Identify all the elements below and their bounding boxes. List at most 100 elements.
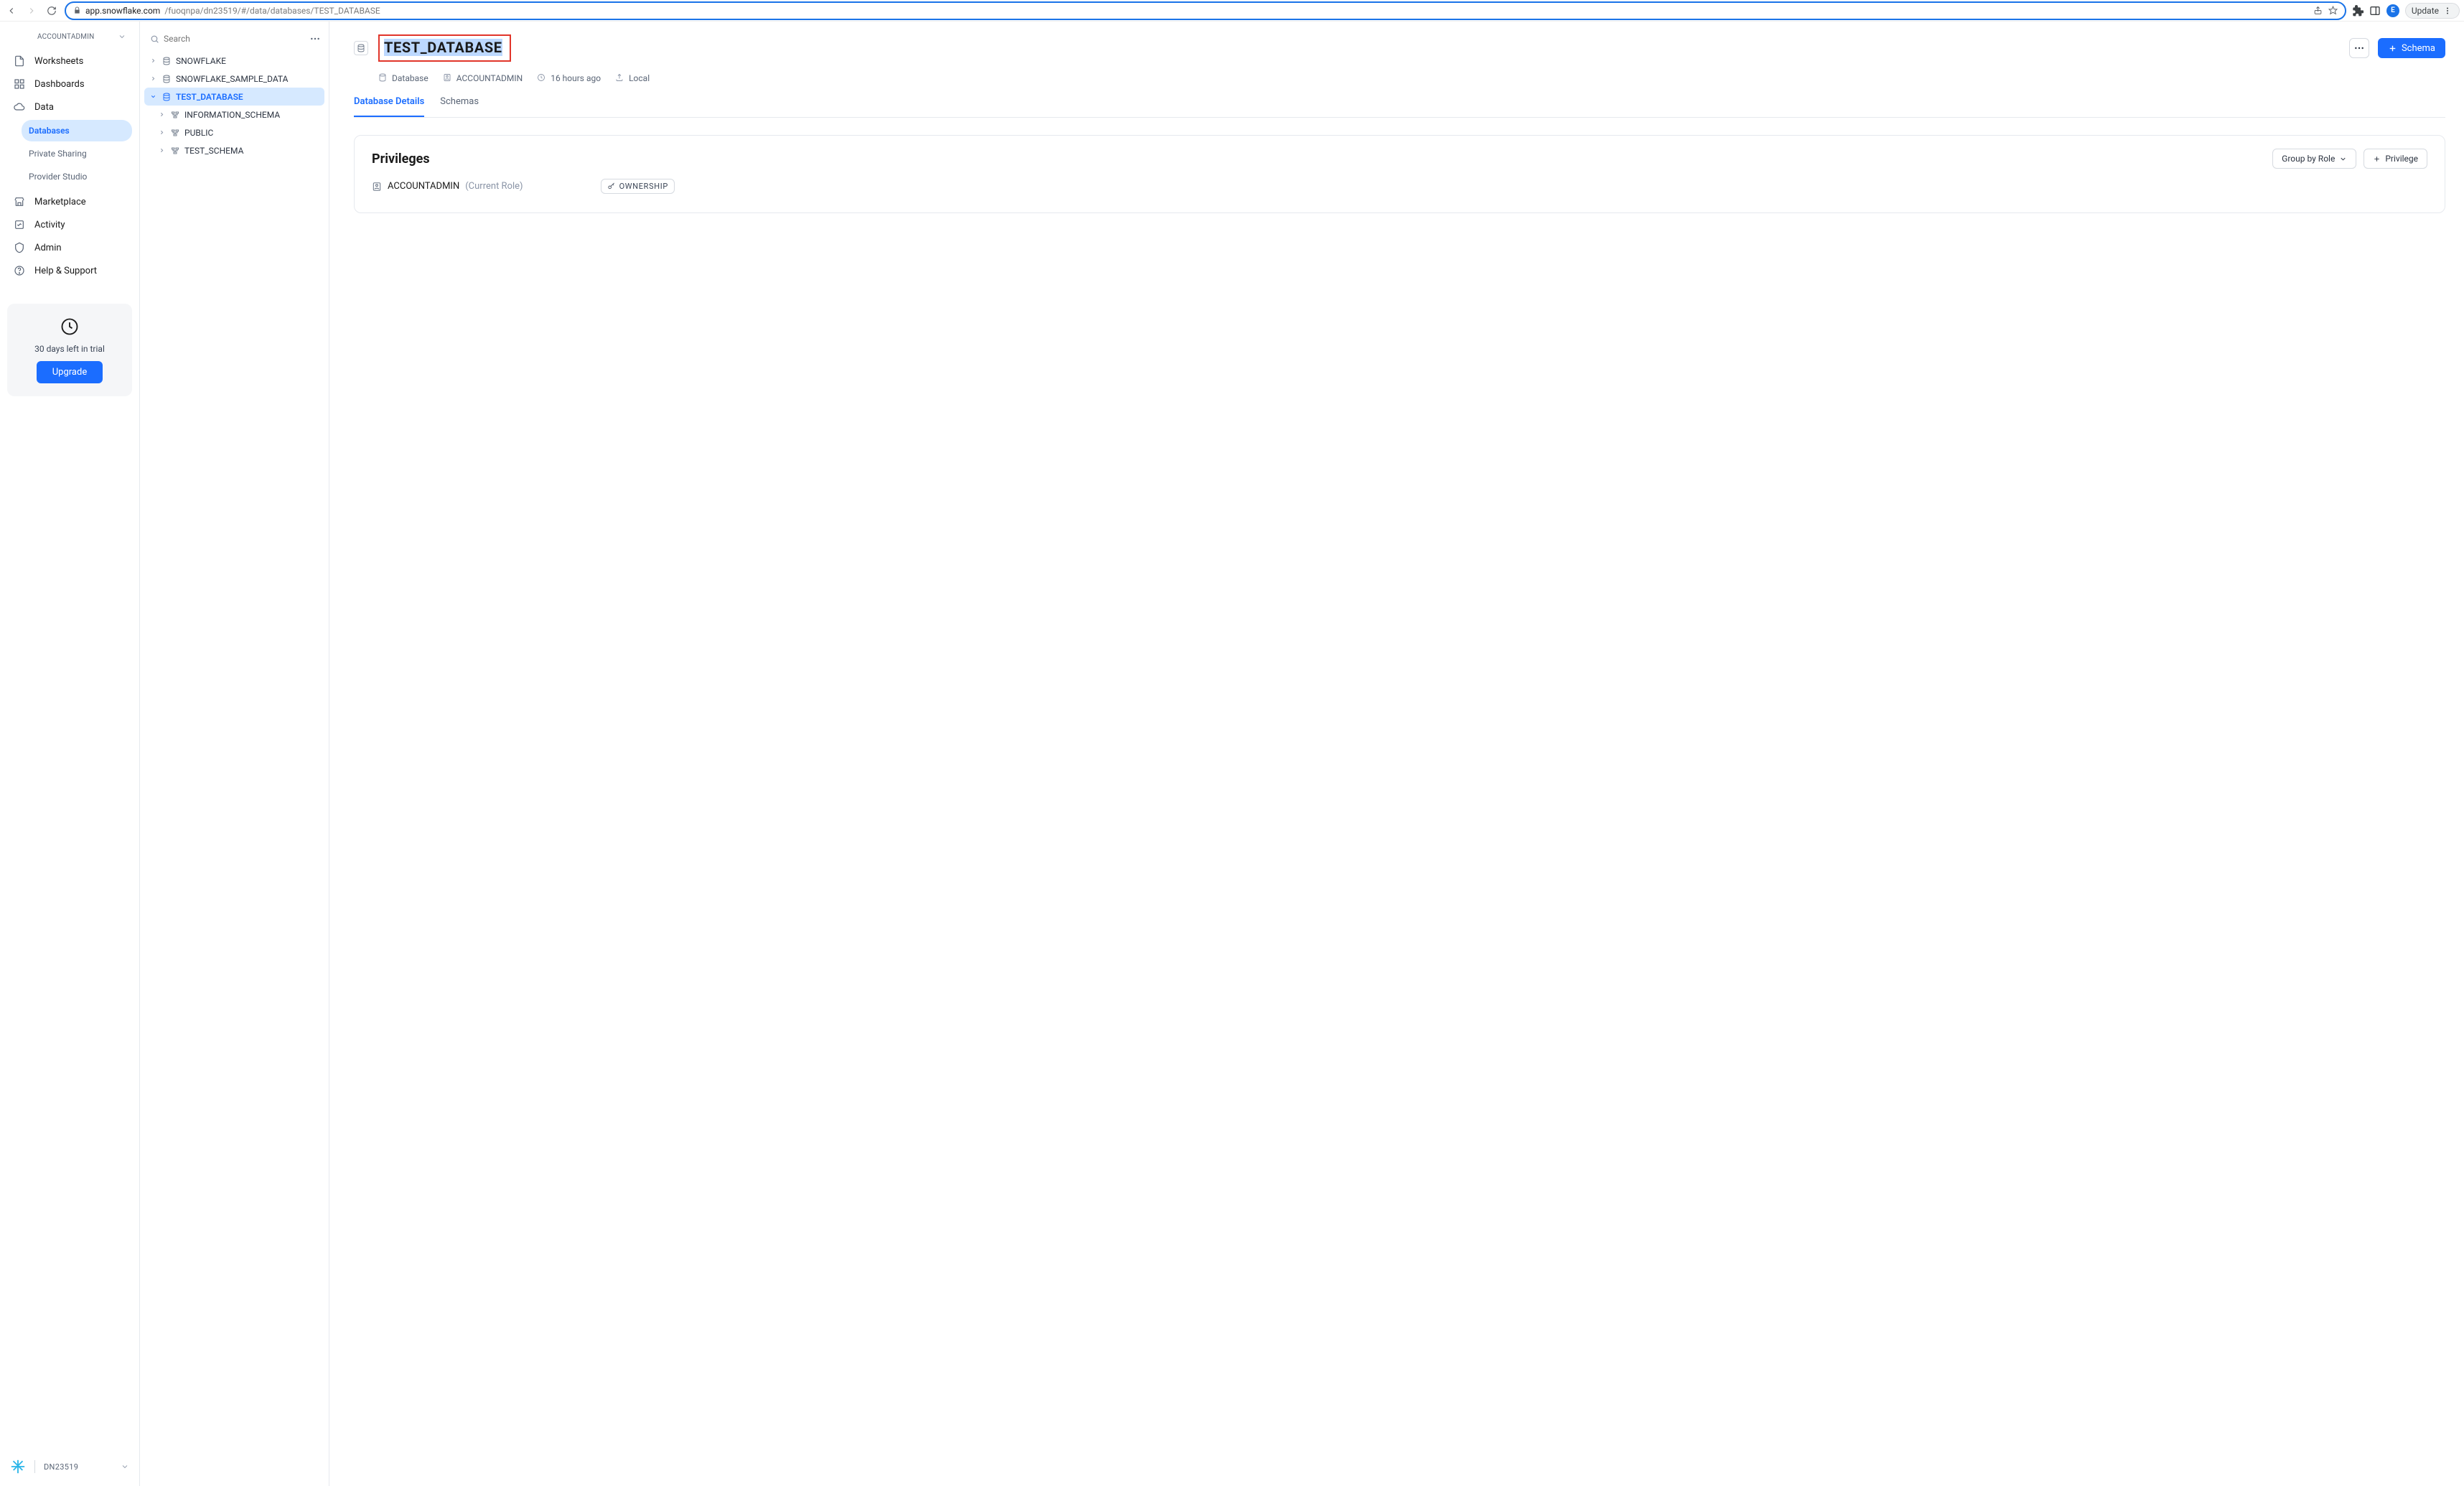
bookmark-star-icon[interactable] <box>2328 6 2338 15</box>
help-icon <box>13 265 26 276</box>
url-host: app.snowflake.com <box>85 6 160 16</box>
nav-help[interactable]: Help & Support <box>7 259 132 282</box>
shield-icon <box>13 242 26 253</box>
upgrade-button[interactable]: Upgrade <box>37 361 103 383</box>
reload-button[interactable] <box>44 4 59 18</box>
account-role-label: ACCOUNTADMIN <box>37 33 112 41</box>
chevron-right-icon <box>157 147 166 154</box>
sidebar-footer[interactable]: DN23519 <box>7 1454 132 1479</box>
nav-databases[interactable]: Databases <box>22 120 132 141</box>
tree-search[interactable] <box>144 29 306 49</box>
url-path: /fuoqnpa/dn23519/#/data/databases/TEST_D… <box>164 6 380 16</box>
meta-age: 16 hours ago <box>537 73 601 83</box>
dashboard-icon <box>13 78 26 90</box>
tree-item-label: TEST_DATABASE <box>176 92 243 102</box>
forward-button[interactable] <box>24 4 39 18</box>
database-tree: SNOWFLAKE SNOWFLAKE_SAMPLE_DATA TEST_DAT… <box>144 52 324 159</box>
account-switcher[interactable]: ACCOUNTADMIN <box>7 29 132 44</box>
privilege-chip: OWNERSHIP <box>601 179 675 194</box>
trial-text: 30 days left in trial <box>34 344 105 354</box>
trial-card: 30 days left in trial Upgrade <box>7 304 132 396</box>
nav-provider-studio[interactable]: Provider Studio <box>22 166 132 187</box>
url-bar[interactable]: app.snowflake.com/fuoqnpa/dn23519/#/data… <box>65 1 2346 20</box>
privilege-note: (Current Role) <box>465 181 523 192</box>
more-actions-button[interactable] <box>2349 38 2369 58</box>
chevron-down-icon <box>121 1462 129 1471</box>
tree-item-public[interactable]: PUBLIC <box>144 123 324 141</box>
role-icon <box>443 73 453 83</box>
add-privilege-button[interactable]: Privilege <box>2364 149 2427 169</box>
page-header: TEST_DATABASE Schema <box>354 34 2445 62</box>
nav-data-submenu: Databases Private Sharing Provider Studi… <box>22 120 132 187</box>
chevron-right-icon <box>157 129 166 136</box>
nav-worksheets[interactable]: Worksheets <box>7 50 132 73</box>
cloud-icon <box>13 101 26 113</box>
nav-marketplace[interactable]: Marketplace <box>7 190 132 213</box>
nav-label: Dashboards <box>34 79 85 90</box>
chevron-down-icon <box>149 93 157 100</box>
nav-label: Help & Support <box>34 266 97 276</box>
clock-icon <box>60 317 80 337</box>
schema-icon <box>170 111 180 119</box>
profile-avatar[interactable]: E <box>2386 4 2399 17</box>
database-icon <box>161 57 172 65</box>
privilege-row[interactable]: ACCOUNTADMIN (Current Role) OWNERSHIP <box>372 179 2427 194</box>
plus-icon <box>2373 155 2381 163</box>
share-icon[interactable] <box>2313 6 2323 15</box>
nav-dashboards[interactable]: Dashboards <box>7 73 132 95</box>
schema-icon <box>170 146 180 155</box>
database-icon <box>378 73 388 83</box>
meta-location: Local <box>615 73 650 83</box>
meta-type: Database <box>378 73 428 83</box>
database-tree-panel: SNOWFLAKE SNOWFLAKE_SAMPLE_DATA TEST_DAT… <box>140 22 329 1486</box>
meta-row: Database ACCOUNTADMIN 16 hours ago Local <box>378 73 2445 83</box>
separator <box>34 1460 35 1473</box>
nav-label: Data <box>34 102 54 113</box>
tab-database-details[interactable]: Database Details <box>354 89 424 117</box>
tree-item-test-database[interactable]: TEST_DATABASE <box>144 88 324 106</box>
main-content: TEST_DATABASE Schema Database ACCOUNTADM… <box>329 22 2464 1486</box>
store-icon <box>13 196 26 207</box>
extensions-icon[interactable] <box>2352 5 2364 17</box>
activity-icon <box>13 219 26 230</box>
back-button[interactable] <box>4 4 19 18</box>
browser-update-button[interactable]: Update <box>2405 3 2460 19</box>
panel-icon[interactable] <box>2369 5 2381 17</box>
search-input[interactable] <box>164 34 300 44</box>
page-title-highlight: TEST_DATABASE <box>378 34 511 62</box>
privilege-role: ACCOUNTADMIN <box>388 181 459 192</box>
chevron-right-icon <box>149 75 157 82</box>
nav-admin[interactable]: Admin <box>7 236 132 259</box>
add-schema-button[interactable]: Schema <box>2378 38 2445 58</box>
clock-icon <box>537 73 547 83</box>
chevron-right-icon <box>157 111 166 118</box>
tree-item-information-schema[interactable]: INFORMATION_SCHEMA <box>144 106 324 123</box>
privileges-card: Privileges Group by Role Privilege ACCOU… <box>354 135 2445 213</box>
group-by-role-button[interactable]: Group by Role <box>2272 149 2356 169</box>
tree-item-label: SNOWFLAKE_SAMPLE_DATA <box>176 74 288 84</box>
tree-item-test-schema[interactable]: TEST_SCHEMA <box>144 141 324 159</box>
chevron-down-icon <box>118 32 126 41</box>
plus-icon <box>2388 44 2397 53</box>
browser-chrome: app.snowflake.com/fuoqnpa/dn23519/#/data… <box>0 0 2464 22</box>
tree-item-label: SNOWFLAKE <box>176 56 226 66</box>
database-icon <box>354 41 368 55</box>
tree-item-snowflake[interactable]: SNOWFLAKE <box>144 52 324 70</box>
chevron-down-icon <box>2339 155 2347 163</box>
page-title: TEST_DATABASE <box>384 39 502 56</box>
tree-more-button[interactable] <box>306 29 324 48</box>
upload-icon <box>615 73 625 83</box>
chevron-right-icon <box>149 57 157 64</box>
nav-label: Admin <box>34 243 62 253</box>
tree-item-label: INFORMATION_SCHEMA <box>184 110 280 120</box>
nav-label: Marketplace <box>34 197 86 207</box>
schema-icon <box>170 128 180 137</box>
tree-item-sample-data[interactable]: SNOWFLAKE_SAMPLE_DATA <box>144 70 324 88</box>
meta-owner: ACCOUNTADMIN <box>443 73 523 83</box>
snowflake-logo-icon <box>10 1459 26 1475</box>
add-schema-label: Schema <box>2402 43 2435 54</box>
nav-activity[interactable]: Activity <box>7 213 132 236</box>
nav-data[interactable]: Data <box>7 95 132 118</box>
nav-private-sharing[interactable]: Private Sharing <box>22 143 132 164</box>
tab-schemas[interactable]: Schemas <box>440 89 479 117</box>
